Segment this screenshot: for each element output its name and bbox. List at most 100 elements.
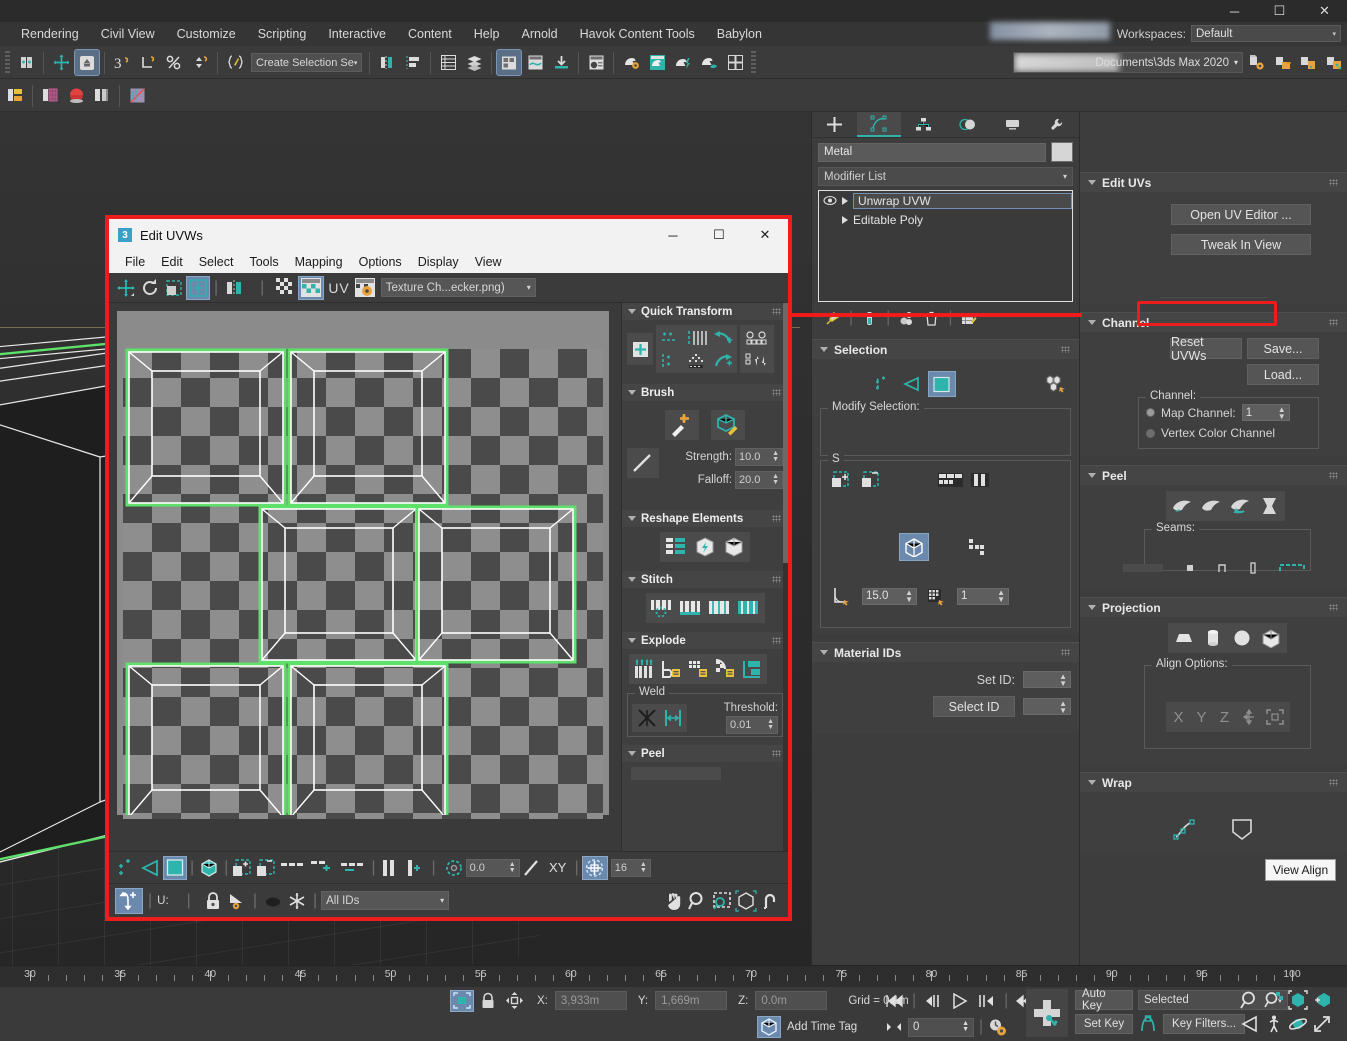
relax-until-flat-icon[interactable] <box>691 534 719 560</box>
box-map-icon[interactable] <box>1257 625 1285 651</box>
zoom-region-icon[interactable] <box>710 889 734 913</box>
tweak-in-view-button[interactable]: Tweak In View <box>1171 234 1311 255</box>
zoom-icon[interactable] <box>686 889 710 913</box>
zoom-viewport-icon[interactable] <box>1240 990 1260 1010</box>
spinner-arrows-icon[interactable]: ▲▼ <box>640 862 647 874</box>
freeze-selected-icon[interactable] <box>285 889 309 913</box>
load-button[interactable]: Load... <box>1247 364 1319 385</box>
tab-display[interactable] <box>990 112 1035 137</box>
select-and-uniform-scale-icon[interactable] <box>74 49 100 76</box>
previous-frame-icon[interactable] <box>923 994 943 1008</box>
align-x-button[interactable]: X <box>1168 704 1190 730</box>
shrink-selection-icon[interactable] <box>255 856 279 880</box>
space-horizontal-icon[interactable] <box>684 327 709 348</box>
tab-hierarchy[interactable] <box>901 112 946 137</box>
planar-angle-icon[interactable] <box>828 583 856 609</box>
rollout-edit-uvs-header[interactable]: Edit UVs <box>1080 173 1347 192</box>
project-list-icon[interactable] <box>1295 49 1321 76</box>
reference-coordinate-icon[interactable]: 3 <box>109 49 135 76</box>
absolute-relative-icon[interactable] <box>520 856 544 880</box>
drag-handle-icon[interactable] <box>1329 779 1338 786</box>
planar-map-icon[interactable] <box>1170 625 1198 651</box>
vertex-color-channel-radio[interactable] <box>1146 429 1155 438</box>
set-id-spinner[interactable]: ▲▼ <box>1023 671 1071 688</box>
weld-threshold-field[interactable]: 0.01 ▲▼ <box>726 716 778 734</box>
selection-lock-icon[interactable] <box>477 990 499 1012</box>
menu-item-scripting[interactable]: Scripting <box>247 24 318 44</box>
align-icon[interactable] <box>400 49 426 76</box>
fit-icon[interactable] <box>1262 704 1288 730</box>
spinner-arrows-icon[interactable]: ▲▼ <box>1059 700 1067 714</box>
drag-handle-icon[interactable] <box>772 308 781 315</box>
maximize-viewport-icon[interactable] <box>1312 1014 1332 1034</box>
auto-key-button[interactable]: Auto Key <box>1075 990 1133 1010</box>
planar-angle-spinner[interactable]: 15.0 ▲▼ <box>862 588 917 605</box>
align-y-button[interactable]: Y <box>1191 704 1213 730</box>
texture-map-combo[interactable]: Texture Ch...ecker.png) ▾ <box>381 278 536 297</box>
reset-uvws-button[interactable]: Reset UVWs <box>1170 338 1242 359</box>
wrap-spline-icon[interactable] <box>1169 814 1203 844</box>
add-time-tag-label[interactable]: Add Time Tag <box>787 1021 857 1033</box>
drag-handle-icon[interactable] <box>772 576 781 583</box>
material-id-filter-combo[interactable]: All IDs ▾ <box>321 891 449 910</box>
eye-icon[interactable] <box>823 195 837 206</box>
flip-horizontal-icon[interactable] <box>742 327 772 348</box>
angle-snap-icon[interactable] <box>135 49 161 76</box>
uv-shells[interactable] <box>117 311 609 815</box>
brush-falloff-curve-icon[interactable] <box>627 448 659 478</box>
material-id-spinner[interactable]: 1 ▲▼ <box>957 588 1009 605</box>
y-coordinate-field[interactable]: 1,669m <box>655 991 727 1010</box>
uvw-rollout-peel-header[interactable]: Peel <box>622 745 788 762</box>
ring-mode-icon[interactable] <box>377 856 401 880</box>
freeform-mode-icon[interactable] <box>162 276 186 300</box>
stitch-target-icon[interactable] <box>735 595 763 621</box>
rollout-wrap-header[interactable]: Wrap <box>1080 773 1347 792</box>
play-animation-icon[interactable] <box>950 993 970 1009</box>
select-id-button[interactable]: Select ID <box>933 696 1015 717</box>
spinner-snap-icon[interactable] <box>187 49 213 76</box>
drag-handle-icon[interactable] <box>1329 179 1338 186</box>
uvw-maximize-button[interactable]: ☐ <box>696 219 742 251</box>
uvw-menu-display[interactable]: Display <box>410 253 467 271</box>
xy-mode-icon[interactable]: XY <box>544 856 572 880</box>
element-mode-icon[interactable] <box>197 856 221 880</box>
show-grid-icon[interactable] <box>582 856 608 880</box>
zoom-extents-all-icon[interactable] <box>1312 990 1332 1010</box>
align-z-button[interactable]: Z <box>1214 704 1236 730</box>
go-to-start-icon[interactable] <box>885 994 905 1008</box>
drag-handle-icon[interactable] <box>772 515 781 522</box>
grid-size-field[interactable]: 16 ▲▼ <box>611 859 651 877</box>
brush-strength-field[interactable]: 10.0 ▲▼ <box>735 448 783 466</box>
stitch-source-icon[interactable] <box>706 595 734 621</box>
named-selection-set-combo[interactable]: Create Selection Se ▾ <box>251 53 362 72</box>
menu-item-havok-content-tools[interactable]: Havok Content Tools <box>569 24 706 44</box>
material-editor-icon[interactable] <box>583 49 609 76</box>
move-pivot-icon[interactable] <box>627 333 653 365</box>
expand-to-seam-icon[interactable] <box>1249 562 1257 574</box>
close-button[interactable]: ✕ <box>1302 0 1347 22</box>
undo-icon[interactable] <box>13 49 39 76</box>
render-production-icon[interactable] <box>670 49 696 76</box>
show-map-icon[interactable] <box>298 276 324 300</box>
show-map-checker-icon[interactable] <box>274 276 298 300</box>
light-lister-icon[interactable] <box>124 82 150 109</box>
uvw-rollout-brush-header[interactable]: Brush <box>622 384 788 401</box>
peel-icon-partial-a[interactable] <box>633 769 661 780</box>
peel-mode-icon[interactable] <box>1197 493 1225 519</box>
maximize-button[interactable]: ☐ <box>1257 0 1302 22</box>
tab-create[interactable] <box>812 112 857 137</box>
time-configuration-icon[interactable] <box>988 1018 1007 1037</box>
shrink-selection-icon[interactable] <box>858 467 886 493</box>
next-frame-icon[interactable] <box>977 994 997 1008</box>
break-by-angle-icon[interactable] <box>658 656 684 682</box>
select-id-spinner[interactable]: ▲▼ <box>1023 698 1071 715</box>
tab-modify[interactable] <box>857 112 902 137</box>
select-by-element-icon[interactable] <box>963 533 993 561</box>
select-element-icon[interactable] <box>1043 371 1071 397</box>
target-weld-icon[interactable] <box>660 706 685 730</box>
align-vertical-icon[interactable] <box>658 350 683 371</box>
uvw-rollout-quick-transform-header[interactable]: Quick Transform <box>622 303 788 320</box>
mirror-icon[interactable] <box>374 49 400 76</box>
pan-icon[interactable] <box>662 889 686 913</box>
select-loop-icon[interactable] <box>936 467 964 493</box>
